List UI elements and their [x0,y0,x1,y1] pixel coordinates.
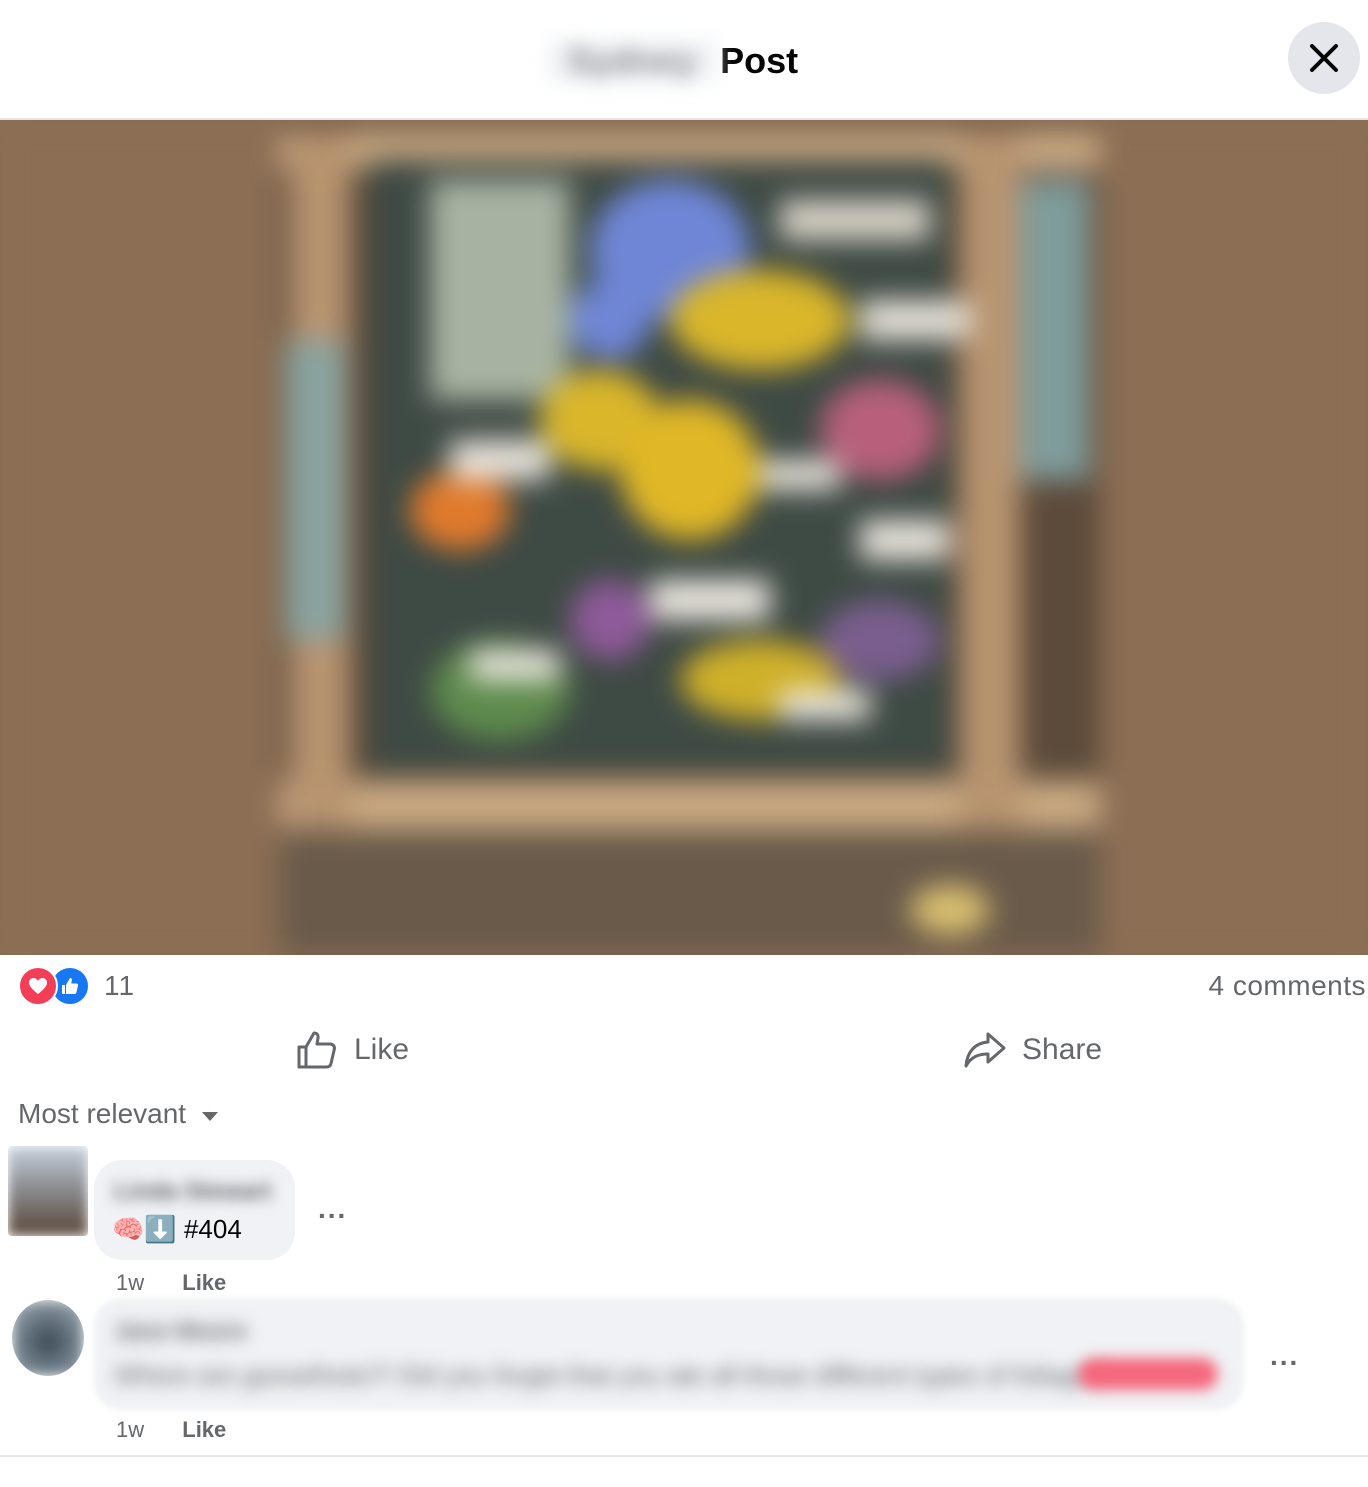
caret-down-icon [202,1111,219,1121]
comments-count[interactable]: 4 comments [1209,970,1367,1002]
comment-meta: 1w Like [116,1417,226,1443]
comment-time[interactable]: 1w [116,1417,144,1442]
love-reaction-icon [18,966,58,1006]
avatar[interactable] [8,1146,88,1236]
thumbs-up-icon [297,1031,336,1069]
avatar[interactable] [12,1300,84,1376]
close-button[interactable] [1288,22,1360,94]
reaction-count: 11 [104,970,136,1001]
comment-bubble: Linda Stewart 🧠⬇️ #404 [94,1160,295,1260]
comment-author[interactable]: Linda Stewart [114,1178,271,1206]
comment-author[interactable]: Jane Moore [114,1318,247,1346]
comment-time[interactable]: 1w [116,1270,144,1295]
share-button-label: Share [1022,1033,1103,1066]
comment-like-link[interactable]: Like [182,1270,226,1295]
like-button[interactable]: Like [296,1022,409,1078]
share-button[interactable]: Share [964,1022,1102,1078]
post-header: Sydney Post [0,0,1368,120]
comment-sort-dropdown[interactable]: Most relevant [18,1098,219,1130]
comment-like-link[interactable]: Like [182,1417,226,1442]
comment-options-button[interactable]: ... [318,1193,347,1225]
author-name-blurred: Sydney [548,40,717,82]
comment-meta: 1w Like [116,1270,226,1296]
page-title: Sydney Post [548,22,798,100]
photo-content [0,120,1368,955]
title-suffix: Post [720,40,799,81]
highlight-mark [1078,1358,1218,1390]
divider [0,1455,1368,1457]
comment-options-button[interactable]: ... [1270,1340,1299,1372]
comment-text: Where are goosefoots?! Did you forget th… [114,1360,1106,1390]
comment-text: 🧠⬇️ #404 [112,1214,242,1244]
sort-label: Most relevant [18,1098,187,1129]
share-icon [964,1032,1006,1068]
comment-bubble: Jane Moore Where are goosefoots?! Did yo… [94,1298,1244,1410]
close-icon [1310,44,1338,72]
reactions-summary[interactable]: 11 [18,966,135,1006]
post-photo[interactable] [0,120,1368,955]
like-button-label: Like [354,1033,410,1066]
